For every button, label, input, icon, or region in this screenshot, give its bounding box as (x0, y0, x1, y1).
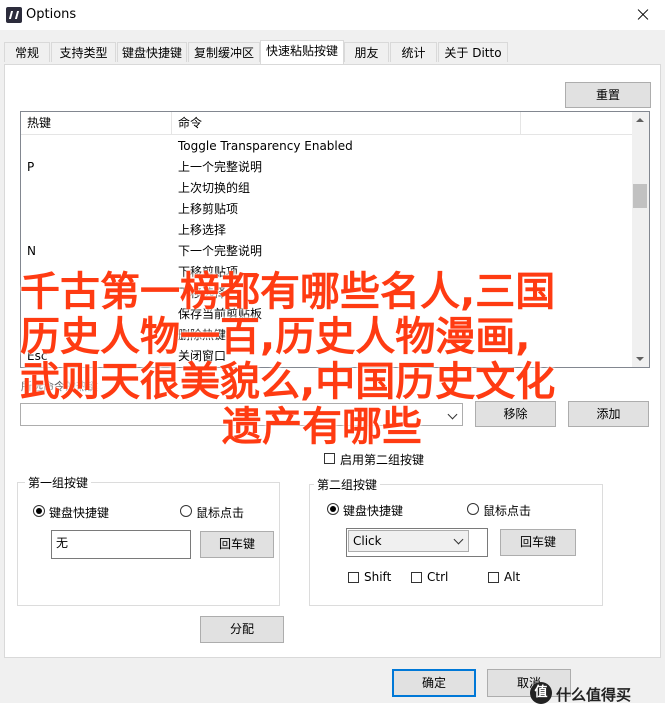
group1-radio-keyboard-label: 键盘快捷键 (49, 506, 110, 520)
list-item[interactable]: 上次切换的组 (21, 178, 631, 199)
shift-checkbox[interactable] (348, 572, 359, 583)
assign-button[interactable]: 分配 (200, 616, 284, 643)
scroll-up-icon[interactable] (636, 118, 644, 122)
tab-general[interactable]: 常规 (4, 42, 50, 62)
ctrl-label: Ctrl (427, 570, 449, 584)
watermark: 值 什么值得买 (530, 682, 660, 706)
column-hotkey[interactable]: 热键 (21, 112, 172, 134)
ditto-app-icon (6, 7, 22, 23)
command-cell: Toggle Transparency Enabled (178, 139, 353, 153)
command-cell: 上移剪贴项 (178, 202, 239, 216)
watermark-logo-icon: 值 (530, 682, 552, 704)
tab-keyboard-shortcuts[interactable]: 键盘快捷键 (117, 42, 187, 62)
group1-enter-button[interactable]: 回车键 (200, 531, 274, 558)
chevron-down-icon[interactable] (453, 534, 464, 545)
command-cell: 上移选择 (178, 223, 227, 237)
shift-label: Shift (364, 570, 392, 584)
list-item[interactable]: 上移选择 (21, 220, 631, 241)
overlay-line-1: 千古第一榜都有哪些名人,三国 (20, 269, 556, 315)
group2-key-select[interactable]: Click (348, 530, 469, 552)
tab-about-ditto[interactable]: 关于 Ditto (438, 42, 508, 62)
tab-friends[interactable]: 朋友 (344, 42, 389, 62)
enable-second-group-checkbox[interactable] (324, 453, 335, 464)
tab-copy-buffers[interactable]: 复制缓冲区 (188, 42, 260, 62)
command-cell: 上一个完整说明 (178, 160, 263, 174)
group1-radio-mouse-label: 鼠标点击 (196, 506, 245, 520)
tab-quick-paste-keys[interactable]: 快速粘贴按键 (260, 40, 344, 64)
tab-strip: 常规 支持类型 键盘快捷键 复制缓冲区 快速粘贴按键 朋友 统计 关于 Ditt… (4, 40, 661, 64)
close-icon[interactable] (619, 0, 665, 30)
group1-radio-keyboard[interactable] (33, 505, 45, 517)
group1-radio-mouse[interactable] (180, 505, 192, 517)
enable-second-group-label: 启用第二组按键 (340, 453, 425, 467)
column-spacer (521, 112, 631, 134)
alt-label: Alt (504, 570, 521, 584)
reset-button[interactable]: 重置 (565, 82, 651, 108)
list-item[interactable]: Toggle Transparency Enabled (21, 136, 631, 157)
list-scrollbar[interactable] (632, 112, 649, 367)
title-bar: Options (0, 0, 665, 30)
tab-supported-types[interactable]: 支持类型 (51, 42, 116, 62)
group2-radio-keyboard-label: 键盘快捷键 (343, 504, 404, 518)
command-cell: 下一个完整说明 (178, 244, 263, 258)
hotkey-cell: N (27, 244, 36, 258)
overlay-line-3: 武则天很美貌么,中国历史文化 (20, 359, 556, 405)
column-command[interactable]: 命令 (172, 112, 521, 134)
group2-radio-keyboard[interactable] (327, 503, 339, 515)
hotkey-cell: P (27, 160, 35, 174)
watermark-text: 什么值得买 (556, 686, 632, 704)
alt-checkbox[interactable] (488, 572, 499, 583)
group2-key-select-value: Click (353, 534, 382, 548)
ctrl-checkbox[interactable] (411, 572, 422, 583)
group2-radio-mouse-label: 鼠标点击 (483, 504, 532, 518)
group2-radio-mouse[interactable] (467, 503, 479, 515)
scroll-thumb[interactable] (633, 184, 647, 208)
command-cell: 上次切换的组 (178, 181, 251, 195)
scroll-down-icon[interactable] (636, 357, 644, 361)
overlay-line-2: 历史人物一百,历史人物漫画, (20, 314, 531, 360)
overlay-line-4: 遗产有哪些 (222, 404, 422, 450)
group-first-title: 第一组按键 (25, 474, 92, 491)
group-second-title: 第二组按键 (314, 476, 381, 493)
list-item[interactable]: P 上一个完整说明 (21, 157, 631, 178)
options-window: Options 常规 支持类型 键盘快捷键 复制缓冲区 快速粘贴按键 朋友 统计… (0, 0, 665, 713)
list-item[interactable]: N 下一个完整说明 (21, 241, 631, 262)
ok-button[interactable]: 确定 (392, 669, 476, 697)
group2-enter-button[interactable]: 回车键 (500, 529, 576, 556)
window-title: Options (26, 7, 77, 22)
group1-hotkey-input[interactable]: 无 (51, 530, 191, 559)
overlay-headline: 千古第一榜都有哪些名人,三国 历史人物一百,历史人物漫画, 武则天很美貌么,中国… (20, 270, 630, 450)
list-item[interactable]: 上移剪贴项 (21, 199, 631, 220)
list-header: 热键 命令 (21, 112, 649, 135)
tab-stats[interactable]: 统计 (390, 42, 437, 62)
